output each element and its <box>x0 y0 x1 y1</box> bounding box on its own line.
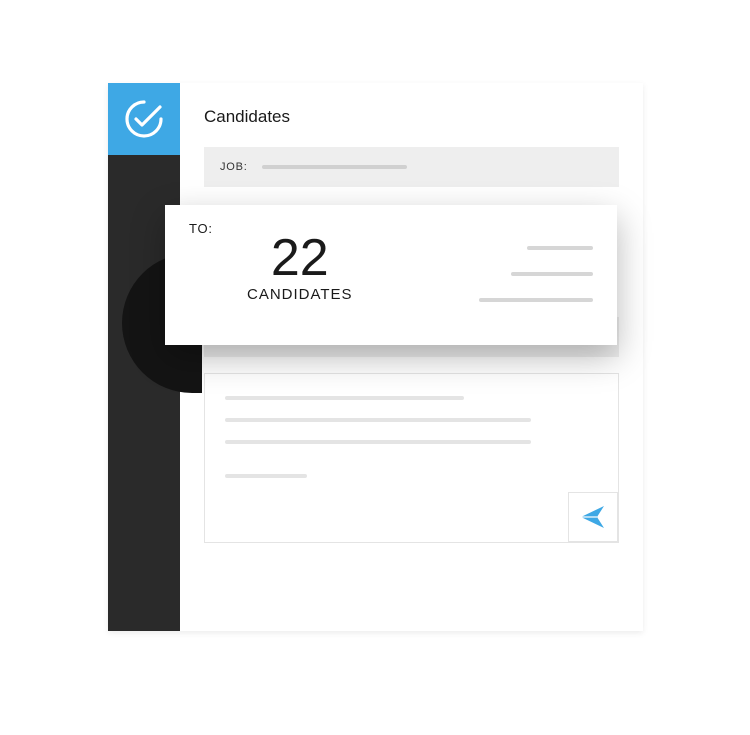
recipient-placeholder <box>511 272 593 276</box>
message-textarea[interactable] <box>204 373 619 543</box>
job-value-placeholder <box>262 165 407 169</box>
to-body: 22 CANDIDATES <box>189 238 597 303</box>
recipient-count-block: 22 CANDIDATES <box>247 232 353 303</box>
job-field[interactable]: JOB: <box>204 147 619 187</box>
app-window: Candidates JOB: TEMPLATE: <box>108 83 643 631</box>
recipient-placeholder <box>479 298 593 302</box>
recipient-sub-label: CANDIDATES <box>247 286 353 303</box>
recipient-lines <box>479 240 597 302</box>
message-line-placeholder <box>225 418 531 422</box>
to-recipients-card: TO: 22 CANDIDATES <box>165 205 617 345</box>
send-button[interactable] <box>568 492 618 542</box>
main-panel: Candidates JOB: TEMPLATE: <box>180 83 643 631</box>
recipient-placeholder <box>527 246 593 250</box>
sidebar <box>108 83 180 631</box>
job-label: JOB: <box>220 161 248 173</box>
message-line-placeholder <box>225 474 307 478</box>
page-title: Candidates <box>204 107 619 127</box>
app-logo[interactable] <box>108 83 180 155</box>
message-line-placeholder <box>225 440 531 444</box>
recipient-count: 22 <box>271 232 329 284</box>
send-icon <box>579 503 607 531</box>
check-circle-icon <box>123 98 165 140</box>
message-line-placeholder <box>225 396 464 400</box>
